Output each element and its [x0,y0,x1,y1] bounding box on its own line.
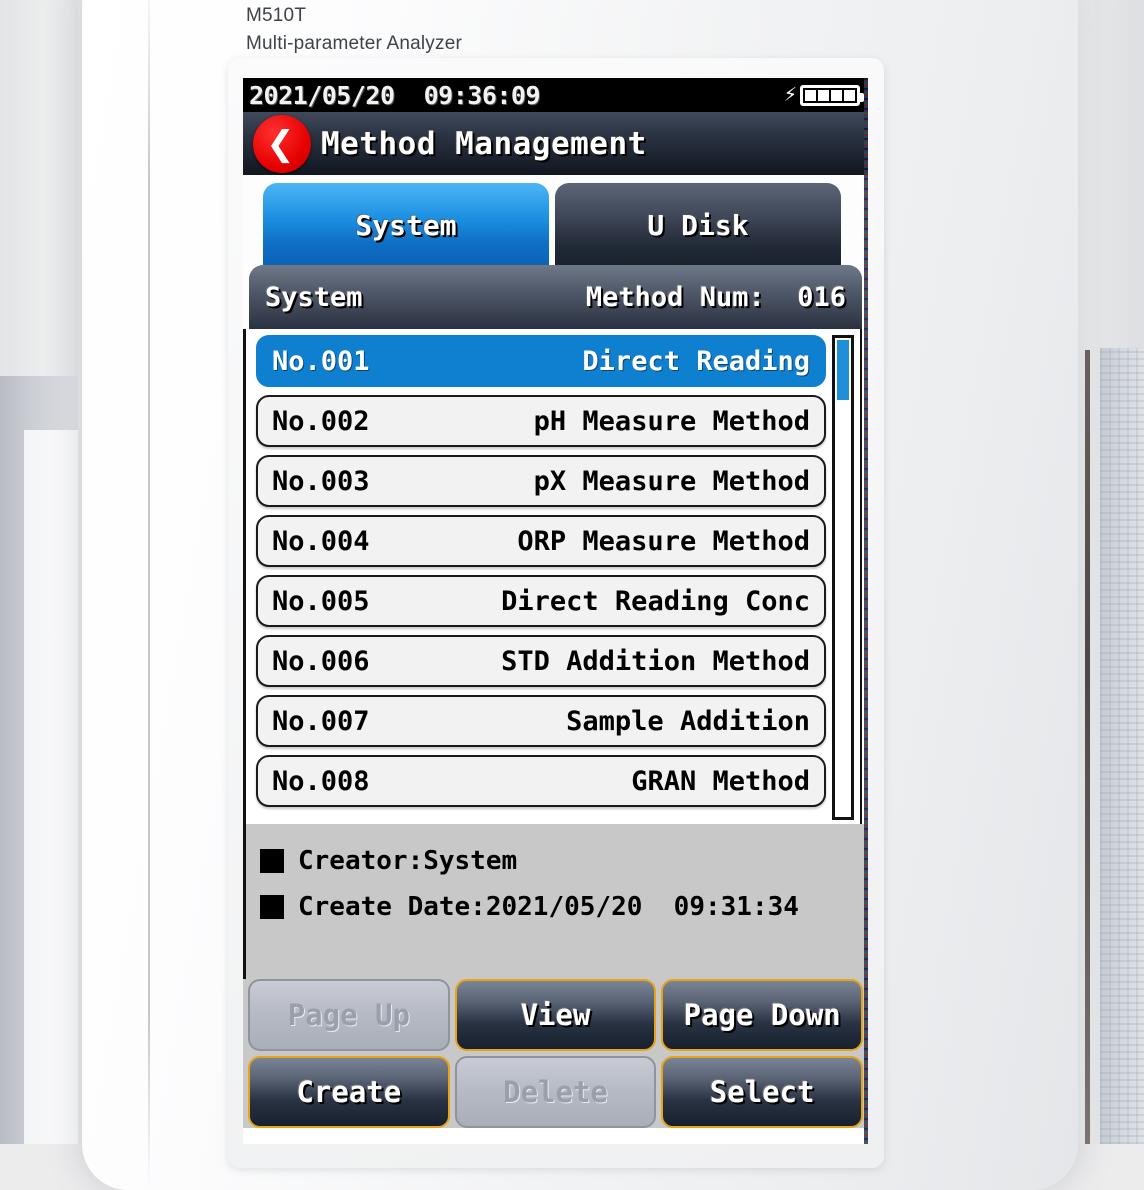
table-row[interactable]: No.006 STD Addition Method [256,635,826,687]
info-create-date-row: Create Date:2021/05/20 09:31:34 [260,892,868,922]
tab-u-disk[interactable]: U Disk [555,183,841,267]
square-bullet-icon [260,849,284,873]
button-row-secondary: Create Delete Select [243,1051,868,1128]
table-row[interactable]: No.005 Direct Reading Conc [256,575,826,627]
method-number: No.005 [272,585,370,617]
table-row[interactable]: No.007 Sample Addition [256,695,826,747]
background-right-edge [1085,350,1090,1144]
method-number: No.002 [272,405,370,437]
info-creator: Creator:System [298,846,518,876]
select-button[interactable]: Select [661,1056,864,1128]
tab-strip: System U Disk [243,175,868,267]
page-up-button[interactable]: Page Up [248,979,450,1051]
method-list: No.001 Direct Reading No.002 pH Measure … [246,335,832,824]
method-number: No.001 [272,345,370,377]
create-button[interactable]: Create [248,1056,450,1128]
background-right-texture [1100,348,1144,1144]
device-lcd-screen: 2021/05/20 09:36:09 ⚡ ❮ Method Managemen… [243,78,868,1144]
method-list-panel: No.001 Direct Reading No.002 pH Measure … [243,329,862,824]
battery-full-icon [800,84,864,106]
method-number: No.004 [272,525,370,557]
scrollbar-thumb[interactable] [837,340,849,400]
info-create-date: Create Date:2021/05/20 09:31:34 [298,892,799,922]
tab-system[interactable]: System [263,183,549,267]
method-name: Direct Reading [582,345,810,377]
back-arrow-icon[interactable]: ❮ [253,114,311,173]
method-name: GRAN Method [631,765,810,797]
method-number: No.003 [272,465,370,497]
button-row-primary: Page Up View Page Down [243,979,868,1051]
method-name: STD Addition Method [501,645,810,677]
method-name: ORP Measure Method [517,525,810,557]
delete-button[interactable]: Delete [454,1056,657,1128]
status-datetime: 2021/05/20 09:36:09 [249,80,541,110]
subheader-source: System [265,281,363,313]
screen-right-edge-artifact [864,78,868,1144]
table-row[interactable]: No.002 pH Measure Method [256,395,826,447]
table-row[interactable]: No.001 Direct Reading [256,335,826,387]
status-bar: 2021/05/20 09:36:09 ⚡ [243,78,868,112]
method-name: Direct Reading Conc [501,585,810,617]
method-info-panel: Creator:System Create Date:2021/05/20 09… [243,824,868,979]
product-model: M510T [246,5,307,26]
lightning-bolt-icon: ⚡ [783,82,797,107]
method-name: pX Measure Method [533,465,810,497]
status-icon-group: ⚡ [783,82,864,107]
table-row[interactable]: No.008 GRAN Method [256,755,826,807]
title-bar: ❮ Method Management [243,112,868,175]
square-bullet-icon [260,895,284,919]
method-number: No.006 [272,645,370,677]
device-seam-line [148,0,150,1190]
list-subheader: System Method Num: 016 [249,265,862,329]
product-caption: M510T Multi-parameter Analyzer [246,2,462,58]
subheader-method-count: Method Num: 016 [585,281,846,313]
product-subtitle: Multi-parameter Analyzer [246,33,462,54]
table-row[interactable]: No.003 pX Measure Method [256,455,826,507]
method-name: Sample Addition [566,705,810,737]
info-creator-row: Creator:System [260,846,868,876]
method-number: No.007 [272,705,370,737]
vertical-scrollbar[interactable] [832,335,854,820]
view-button[interactable]: View [454,979,657,1051]
table-row[interactable]: No.004 ORP Measure Method [256,515,826,567]
page-down-button[interactable]: Page Down [661,979,864,1051]
page-title: Method Management [321,125,647,162]
background-left-highlight [24,430,78,1144]
method-number: No.008 [272,765,370,797]
method-name: pH Measure Method [533,405,810,437]
